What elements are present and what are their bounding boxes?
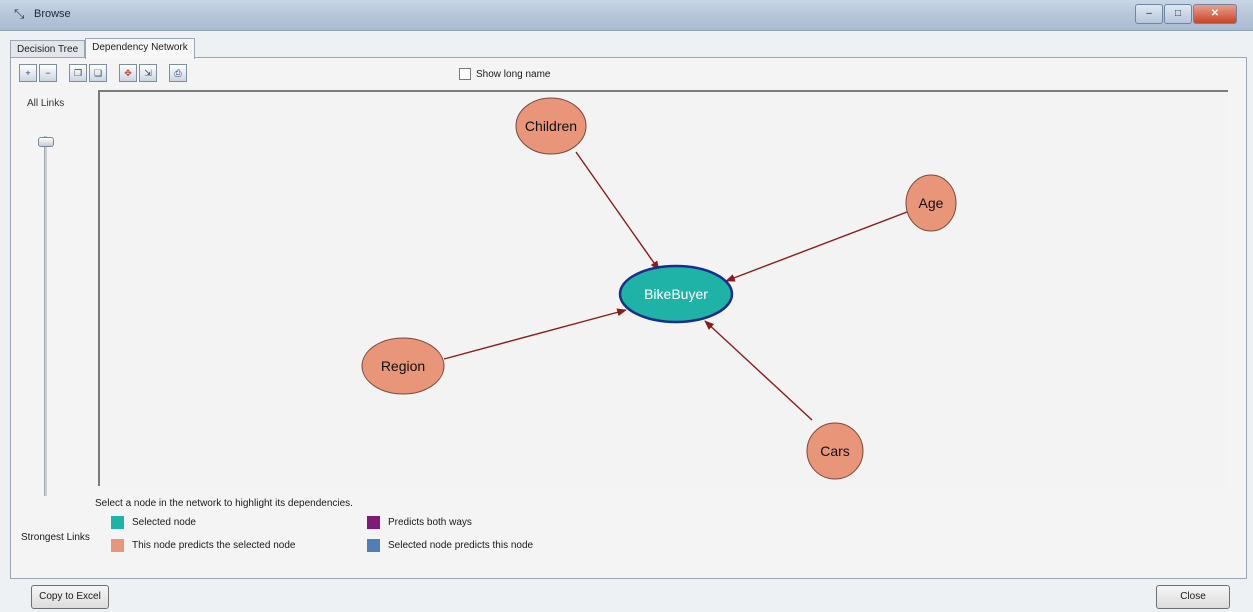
tab-dependency-network[interactable]: Dependency Network: [85, 38, 195, 59]
node-bikebuyer[interactable]: BikeBuyer: [618, 264, 734, 324]
maximize-button[interactable]: □: [1164, 4, 1192, 24]
window-title: Browse: [34, 8, 71, 20]
legend-selected-predicts: Selected node predicts this node: [367, 539, 533, 552]
links-slider-track[interactable]: [44, 136, 47, 496]
legend-label: Selected node: [132, 517, 196, 528]
tab-strip: Decision Tree Dependency Network: [10, 38, 195, 59]
node-age[interactable]: Age: [905, 174, 957, 232]
window-controls: – □ ✕: [1135, 4, 1237, 24]
close-button[interactable]: Close: [1156, 585, 1230, 609]
network-canvas[interactable]: Children Age Region Cars BikeBuyer: [98, 90, 1228, 486]
edge-cars-bikebuyer: [704, 320, 813, 421]
node-region[interactable]: Region: [361, 337, 445, 395]
legend-predicts-both: Predicts both ways: [367, 516, 472, 529]
legend-swatch: [111, 516, 124, 529]
network-graph: Children Age Region Cars BikeBuyer: [361, 97, 957, 480]
close-window-button[interactable]: ✕: [1193, 4, 1237, 24]
all-links-label: All Links: [27, 98, 65, 109]
dependency-network-panel: + − ❐ ❏ ✥ ⇲ ⎙ Show long name All Links C…: [10, 57, 1247, 579]
node-cars-label: Cars: [820, 443, 850, 459]
node-cars[interactable]: Cars: [806, 422, 864, 480]
edge-region-bikebuyer: [443, 308, 627, 360]
tab-decision-tree[interactable]: Decision Tree: [10, 40, 86, 58]
copy-to-excel-button[interactable]: Copy to Excel: [31, 585, 109, 609]
node-children-label: Children: [525, 118, 577, 134]
zoom-in-icon[interactable]: +: [19, 64, 37, 82]
node-children[interactable]: Children: [515, 97, 587, 155]
links-slider-thumb[interactable]: [38, 137, 54, 147]
fit-icon[interactable]: ✥: [119, 64, 137, 82]
copy-graph-icon[interactable]: ❏: [89, 64, 107, 82]
legend-swatch: [367, 539, 380, 552]
show-long-name-label: Show long name: [476, 68, 551, 80]
legend-label: Selected node predicts this node: [388, 540, 534, 551]
legend-predicts-selected: This node predicts the selected node: [111, 539, 295, 552]
toolbar: + − ❐ ❏ ✥ ⇲ ⎙: [19, 64, 187, 82]
selection-hint: Select a node in the network to highligh…: [95, 498, 353, 509]
size-icon[interactable]: ⇲: [139, 64, 157, 82]
node-age-label: Age: [919, 195, 944, 211]
legend-swatch: [367, 516, 380, 529]
copy-icon[interactable]: ❐: [69, 64, 87, 82]
legend-swatch: [111, 539, 124, 552]
edge-age-bikebuyer: [725, 211, 908, 282]
browse-arrow-icon: ⤡: [14, 6, 25, 21]
strongest-links-label: Strongest Links: [21, 532, 90, 543]
node-bikebuyer-label: BikeBuyer: [644, 286, 708, 302]
title-bar: ⤡ Browse – □ ✕: [0, 0, 1253, 31]
show-long-name-option[interactable]: Show long name: [459, 68, 551, 80]
node-region-label: Region: [381, 358, 425, 374]
print-icon[interactable]: ⎙: [169, 64, 187, 82]
show-long-name-checkbox[interactable]: [459, 68, 471, 80]
legend-label: This node predicts the selected node: [132, 540, 296, 551]
minimize-button[interactable]: –: [1135, 4, 1163, 24]
legend-selected-node: Selected node: [111, 516, 196, 529]
edge-children-bikebuyer: [575, 151, 660, 271]
footer-bar: Copy to Excel Close: [0, 582, 1253, 612]
legend-label: Predicts both ways: [388, 517, 472, 528]
zoom-out-icon[interactable]: −: [39, 64, 57, 82]
